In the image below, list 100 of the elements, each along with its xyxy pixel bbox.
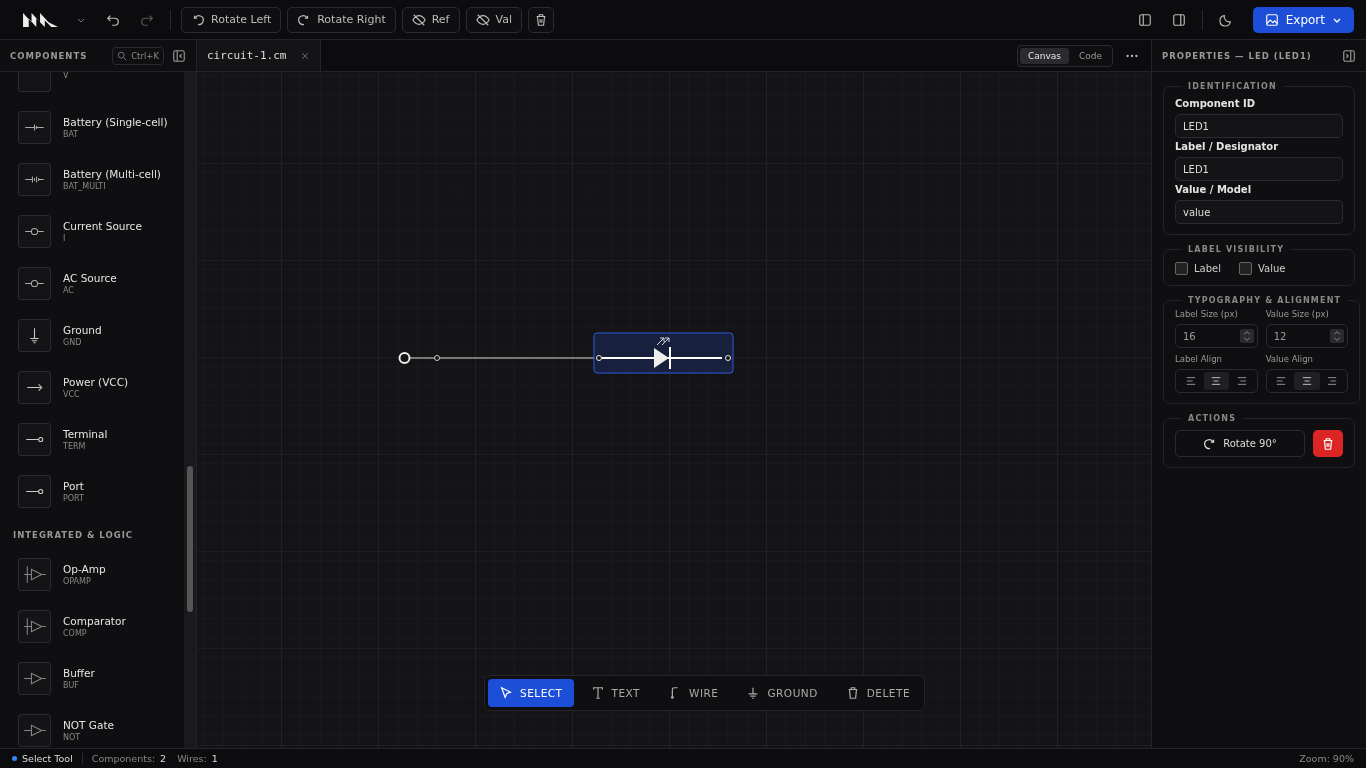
checkbox-label: Label	[1194, 263, 1221, 274]
field-label: Label / Designator	[1175, 141, 1280, 152]
export-button[interactable]: Export	[1252, 6, 1354, 33]
tool-button[interactable]: SELECT	[488, 679, 574, 707]
rotate-button[interactable]: Rotate 90°	[1175, 430, 1305, 457]
status-count: 2	[160, 753, 167, 764]
component-name: Battery (Multi-cell)	[63, 167, 161, 180]
section-title: INTEGRATED & LOGIC	[12, 529, 135, 542]
checkbox-label: Value	[1258, 263, 1286, 274]
tool-button[interactable]: GROUND	[735, 679, 829, 707]
moon-icon[interactable]	[1218, 12, 1233, 27]
align-right-icon	[1327, 376, 1338, 386]
align-button[interactable]	[1203, 372, 1230, 390]
component-name: Comparator	[63, 614, 126, 627]
tool-button[interactable]: DELETE	[834, 679, 922, 707]
align-button[interactable]	[1294, 372, 1320, 390]
align-left-icon	[1185, 376, 1196, 386]
trash-icon	[1321, 436, 1335, 451]
alignment-toggle[interactable]	[1175, 369, 1258, 393]
stepper-icon[interactable]	[1239, 328, 1254, 344]
component-name: Terminal	[63, 427, 108, 440]
component-item[interactable]: Power (VCC) VCC	[0, 361, 184, 413]
component-name: Port	[63, 479, 84, 492]
component-item[interactable]: NOT Gate NOT	[0, 704, 184, 748]
search-field[interactable]: Ctrl+K	[112, 46, 164, 65]
file-tab[interactable]: circuit-1.cm	[197, 40, 322, 71]
tool-button[interactable]: TEXT	[579, 679, 651, 707]
field-label: Value / Model	[1175, 184, 1253, 195]
section-title: LABEL VISIBILITY	[1187, 245, 1286, 254]
led-symbol[interactable]	[593, 332, 734, 374]
field-label: Value Size (px)	[1265, 309, 1330, 319]
left-panel-icon[interactable]	[1137, 12, 1152, 27]
field-label: Value Align	[1265, 354, 1314, 364]
collapse-panel-icon[interactable]	[172, 48, 186, 63]
component-name: Ground	[63, 323, 102, 336]
text-field[interactable]: value	[1175, 200, 1343, 224]
component-code: BAT_MULTI	[63, 181, 107, 191]
component-name: NOT Gate	[63, 718, 115, 731]
toolbar-button[interactable]: Ref	[401, 6, 460, 33]
delete-button[interactable]	[527, 6, 554, 33]
close-icon[interactable]	[300, 50, 311, 61]
status-text: Select Tool	[22, 753, 73, 764]
component-item[interactable]: Comparator COMP	[0, 600, 184, 652]
eye-off-icon	[411, 12, 426, 27]
collapse-panel-icon[interactable]	[1342, 48, 1356, 63]
component-item[interactable]: Current Source I	[0, 205, 184, 257]
view-mode-tab[interactable]: Canvas	[1019, 47, 1069, 64]
component-code: NOT	[63, 732, 82, 742]
tool-button[interactable]: WIRE	[657, 679, 730, 707]
checkbox[interactable]	[1175, 262, 1188, 275]
component-code: COMP	[63, 628, 88, 638]
toolbar-button[interactable]: Rotate Right	[287, 6, 396, 33]
field-label: Component ID	[1175, 98, 1256, 109]
component-code: BUF	[63, 680, 80, 690]
component-item[interactable]: Buffer BUF	[0, 652, 184, 704]
right-panel-icon[interactable]	[1171, 12, 1186, 27]
component-item[interactable]: Battery (Single-cell) BAT	[0, 101, 184, 153]
text-field[interactable]: LED1	[1175, 114, 1343, 138]
panel-title: COMPONENTS	[10, 50, 89, 61]
component-item[interactable]: Ground GND	[0, 309, 184, 361]
component-name: AC Source	[63, 271, 117, 284]
component-item[interactable]: Op-Amp OPAMP	[0, 548, 184, 600]
number-field[interactable]: 16	[1175, 324, 1258, 348]
component-name: Power (VCC)	[63, 375, 129, 388]
alignment-toggle[interactable]	[1265, 369, 1349, 393]
component-code: GND	[63, 337, 83, 347]
component-code: TERM	[63, 441, 87, 451]
component-name: Buffer	[63, 666, 95, 679]
field-label: Label Align	[1175, 354, 1223, 364]
view-mode-tab[interactable]: Code	[1070, 47, 1110, 64]
panel-title: PROPERTIES — LED (LED1)	[1162, 50, 1313, 61]
component-code: I	[63, 233, 67, 243]
delete-button[interactable]	[1313, 430, 1343, 457]
component-code: V	[63, 72, 69, 80]
stepper-icon[interactable]	[1330, 328, 1345, 344]
component-code: VCC	[63, 389, 81, 399]
status-label: Components:	[91, 753, 156, 764]
text-field[interactable]: LED1	[1175, 157, 1343, 181]
align-right-icon	[1236, 376, 1247, 386]
field-label: Label Size (px)	[1175, 309, 1239, 319]
zoom-level: Zoom: 90%	[1299, 753, 1354, 764]
component-name: Current Source	[63, 219, 142, 232]
section-title: ACTIONS	[1187, 414, 1238, 423]
align-center-icon	[1211, 376, 1222, 386]
toolbar-button[interactable]: Rotate Left	[181, 6, 282, 33]
logo-icon[interactable]	[22, 11, 60, 28]
checkbox[interactable]	[1239, 262, 1252, 275]
component-item[interactable]: Terminal TERM	[0, 413, 184, 465]
toolbar-button[interactable]: Val	[465, 6, 522, 33]
component-item[interactable]: V	[0, 72, 184, 101]
terminal-symbol[interactable]	[398, 352, 411, 364]
component-item[interactable]: Battery (Multi-cell) BAT_MULTI	[0, 153, 184, 205]
number-field[interactable]: 12	[1265, 324, 1349, 348]
rotate-left-icon	[191, 12, 205, 27]
component-item[interactable]: AC Source AC	[0, 257, 184, 309]
cursor-icon	[499, 686, 513, 700]
component-name: Battery (Single-cell)	[63, 115, 168, 128]
wire[interactable]	[408, 355, 596, 361]
component-item[interactable]: Port PORT	[0, 465, 184, 517]
align-left-icon	[1276, 376, 1287, 386]
